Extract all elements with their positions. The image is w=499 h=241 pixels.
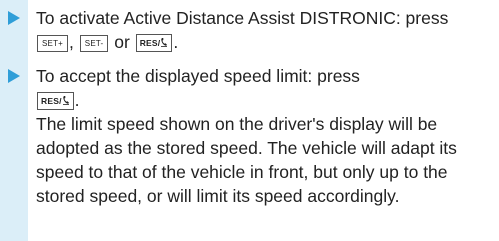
bullet-triangle-icon bbox=[8, 11, 20, 25]
instruction-step-accept-limit: To accept the displayed speed limit: pre… bbox=[0, 64, 499, 208]
step-end: . bbox=[74, 90, 80, 110]
step-text: To activate Active Distance Assist DISTR… bbox=[36, 8, 449, 28]
step-text: To accept the displayed speed limit: pre… bbox=[36, 66, 360, 86]
step-end: . bbox=[173, 32, 179, 52]
bullet-triangle-icon bbox=[8, 69, 20, 83]
res-key: RES/ bbox=[37, 92, 74, 110]
separator-comma: , bbox=[69, 32, 74, 52]
set-minus-key: SET- bbox=[79, 35, 109, 52]
step-explanation: The limit speed shown on the driver's di… bbox=[36, 114, 457, 206]
instruction-list: To activate Active Distance Assist DISTR… bbox=[0, 0, 499, 206]
res-key: RES/ bbox=[135, 34, 173, 52]
res-key-label: RES/ bbox=[139, 38, 161, 48]
phone-icon bbox=[161, 38, 168, 47]
instruction-step-activate: To activate Active Distance Assist DISTR… bbox=[0, 6, 499, 54]
res-key-label: RES/ bbox=[41, 96, 62, 106]
phone-icon bbox=[62, 96, 69, 105]
separator-or: or bbox=[114, 32, 130, 52]
set-plus-key: SET+ bbox=[37, 35, 69, 52]
